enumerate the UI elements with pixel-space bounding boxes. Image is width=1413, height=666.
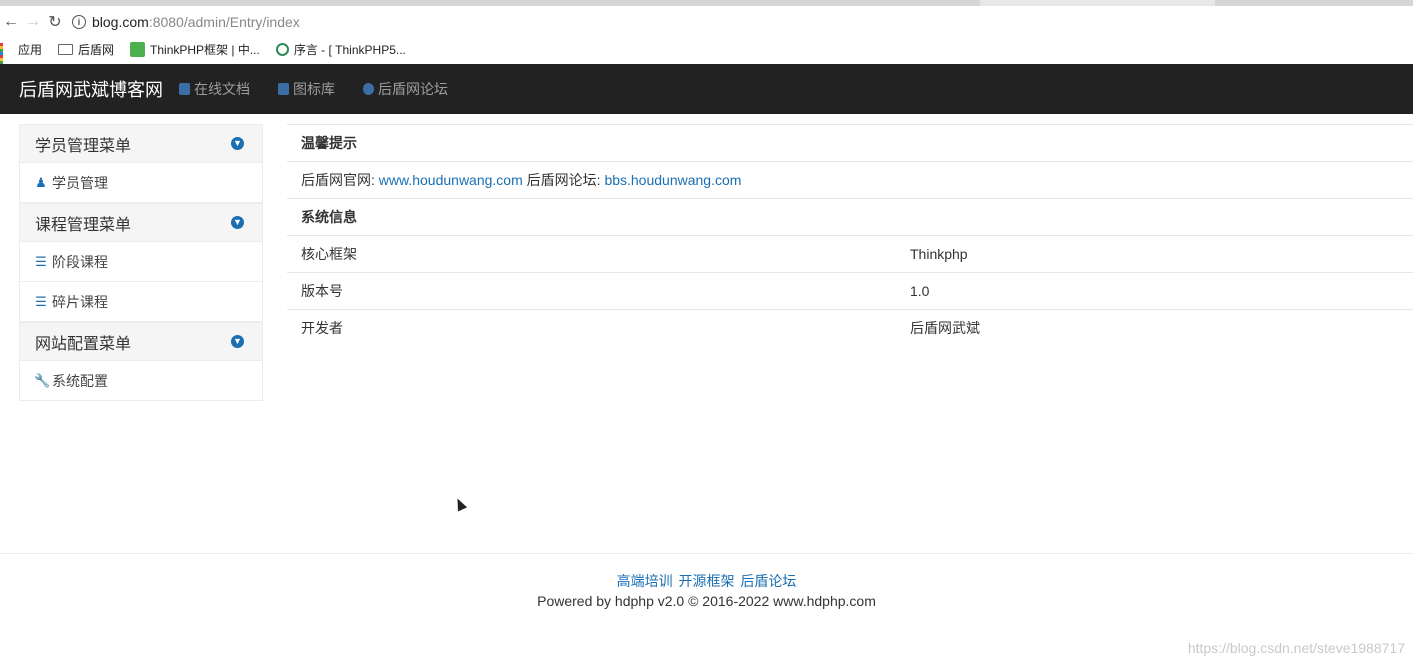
bookmark-apps[interactable]: 应用 bbox=[0, 41, 43, 70]
watermark: https://blog.csdn.net/steve1988717 bbox=[1187, 640, 1405, 656]
top-navbar: 后盾网武斌博客网 在线文档 图标库 后盾网论坛 bbox=[0, 64, 1413, 114]
back-icon[interactable]: ← bbox=[0, 11, 22, 33]
nav-link-label: 图标库 bbox=[293, 81, 335, 97]
forum-label: 后盾网论坛: bbox=[526, 172, 601, 188]
notice-heading: 温馨提示 bbox=[287, 124, 1413, 161]
apps-grid-icon bbox=[0, 42, 13, 70]
info-value: 1.0 bbox=[910, 283, 930, 299]
address-bar[interactable]: i blog.com:8080/admin/Entry/index bbox=[72, 14, 300, 30]
bookmarks-bar: 应用 后盾网 ThinkPHP框架 | 中... 序言 - [ ThinkPHP… bbox=[0, 38, 422, 70]
sidebar-item-label: 碎片课程 bbox=[52, 293, 108, 310]
list-icon: ☰ bbox=[35, 293, 47, 309]
menu-group-courses[interactable]: 课程管理菜单 ▼ bbox=[19, 203, 263, 242]
url-path: :8080/admin/Entry/index bbox=[148, 14, 300, 30]
bookmark-label: 序言 - [ ThinkPHP5... bbox=[293, 42, 406, 57]
menu-group-title: 课程管理菜单 bbox=[35, 216, 132, 234]
browser-tab[interactable] bbox=[1215, 0, 1413, 6]
chevron-down-icon[interactable]: ▼ bbox=[231, 335, 244, 348]
footer-links: 高端培训 开源框架 后盾论坛 bbox=[0, 571, 1413, 591]
footer-link-framework[interactable]: 开源框架 bbox=[679, 573, 735, 589]
globe-icon bbox=[363, 83, 374, 95]
sidebar-item-system-config[interactable]: 🔧 系统配置 bbox=[19, 361, 263, 401]
footer-link-forum[interactable]: 后盾论坛 bbox=[740, 573, 796, 589]
menu-group-students[interactable]: 学员管理菜单 ▼ bbox=[19, 124, 263, 163]
info-icon[interactable]: i bbox=[72, 15, 86, 29]
wrench-icon: 🔧 bbox=[34, 372, 51, 388]
leaf-icon bbox=[275, 42, 289, 56]
sidebar-item-label: 阶段课程 bbox=[52, 253, 108, 270]
chevron-down-icon[interactable]: ▼ bbox=[231, 137, 244, 150]
info-key: 版本号 bbox=[301, 283, 343, 299]
list-icon: ☰ bbox=[35, 253, 47, 269]
site-brand[interactable]: 后盾网武斌博客网 bbox=[19, 76, 163, 102]
reload-icon[interactable]: ↻ bbox=[44, 11, 66, 33]
bookmark-label: 应用 bbox=[18, 42, 43, 57]
menu-group-site-config[interactable]: 网站配置菜单 ▼ bbox=[19, 322, 263, 361]
sidebar-item-student-management[interactable]: ♟ 学员管理 bbox=[19, 163, 263, 203]
sysinfo-heading: 系统信息 bbox=[287, 198, 1413, 235]
bookmark-label: 后盾网 bbox=[78, 42, 115, 57]
mouse-cursor-icon bbox=[452, 496, 468, 512]
menu-group-title: 学员管理菜单 bbox=[35, 137, 132, 155]
menu-group-title: 网站配置菜单 bbox=[35, 335, 132, 353]
sidebar-item-stage-courses[interactable]: ☰ 阶段课程 bbox=[19, 242, 263, 282]
table-row: 核心框架 Thinkphp bbox=[287, 235, 1413, 272]
sidebar-item-label: 系统配置 bbox=[52, 372, 108, 389]
sidebar-item-label: 学员管理 bbox=[52, 174, 108, 191]
bookmark-houdunwang[interactable]: 后盾网 bbox=[58, 41, 114, 58]
official-label: 后盾网官网: bbox=[301, 172, 375, 188]
tab-strip bbox=[0, 0, 1413, 6]
sysinfo-title: 系统信息 bbox=[301, 209, 357, 225]
folder-icon bbox=[58, 43, 74, 55]
bookmark-thinkphp[interactable]: ThinkPHP框架 | 中... bbox=[130, 41, 260, 58]
info-value: 后盾网武斌 bbox=[910, 320, 980, 336]
nav-link-forum[interactable]: 后盾网论坛 bbox=[363, 79, 448, 99]
info-value: Thinkphp bbox=[910, 246, 968, 262]
browser-chrome: ← → ↻ i blog.com:8080/admin/Entry/index … bbox=[0, 0, 1413, 70]
url-host: blog.com bbox=[92, 14, 149, 30]
sidebar-item-fragment-courses[interactable]: ☰ 碎片课程 bbox=[19, 282, 263, 322]
table-row: 开发者 后盾网武斌 bbox=[287, 309, 1413, 346]
bookmark-preface[interactable]: 序言 - [ ThinkPHP5... bbox=[275, 41, 406, 58]
nav-link-docs[interactable]: 在线文档 bbox=[179, 79, 250, 99]
forward-icon[interactable]: → bbox=[22, 11, 44, 33]
info-key: 开发者 bbox=[301, 320, 343, 336]
sidebar-menu: 学员管理菜单 ▼ ♟ 学员管理 课程管理菜单 ▼ ☰ 阶段课程 ☰ 碎片课程 网… bbox=[19, 124, 263, 401]
footer-copyright: Powered by hdphp v2.0 © 2016-2022 www.hd… bbox=[537, 593, 876, 609]
footer-link-training[interactable]: 高端培训 bbox=[617, 573, 673, 589]
forum-link[interactable]: bbs.houdunwang.com bbox=[604, 172, 741, 188]
thumb-icon bbox=[278, 83, 289, 95]
chevron-down-icon[interactable]: ▼ bbox=[231, 216, 244, 229]
table-row: 版本号 1.0 bbox=[287, 272, 1413, 309]
footer-divider bbox=[0, 553, 1413, 554]
nav-link-label: 在线文档 bbox=[194, 81, 250, 97]
notice-links-row: 后盾网官网: www.houdunwang.com 后盾网论坛: bbs.hou… bbox=[287, 161, 1413, 198]
nav-link-icons[interactable]: 图标库 bbox=[278, 79, 335, 99]
thinkphp-icon bbox=[130, 41, 146, 57]
main-content: 温馨提示 后盾网官网: www.houdunwang.com 后盾网论坛: bb… bbox=[287, 124, 1413, 346]
info-key: 核心框架 bbox=[301, 246, 357, 262]
doc-icon bbox=[179, 83, 190, 95]
bookmark-label: ThinkPHP框架 | 中... bbox=[150, 42, 260, 57]
notice-title: 温馨提示 bbox=[301, 135, 357, 151]
official-site-link[interactable]: www.houdunwang.com bbox=[379, 172, 523, 188]
user-icon: ♟ bbox=[35, 174, 47, 190]
browser-tab[interactable] bbox=[0, 0, 980, 6]
address-row: ← → ↻ i blog.com:8080/admin/Entry/index bbox=[0, 8, 1413, 36]
nav-link-label: 后盾网论坛 bbox=[378, 81, 448, 97]
